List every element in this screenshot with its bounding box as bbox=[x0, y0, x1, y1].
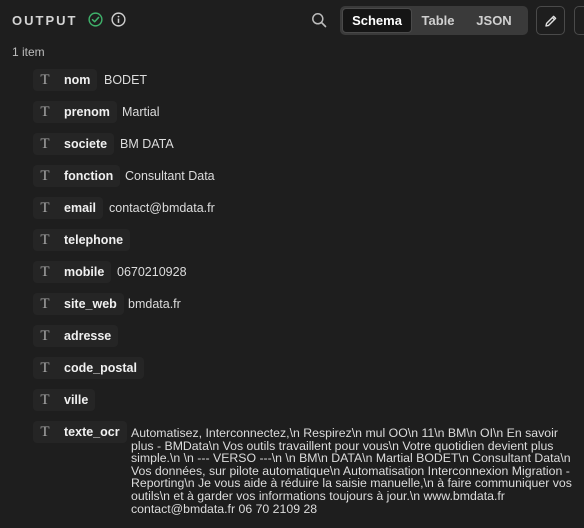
output-header: OUTPUT Schema Table JSON bbox=[0, 0, 584, 40]
view-tabs: Schema Table JSON bbox=[340, 6, 528, 35]
panel-title: OUTPUT bbox=[12, 13, 78, 28]
check-circle-icon bbox=[88, 12, 103, 27]
field-key: nom bbox=[57, 69, 98, 91]
field-value: BODET bbox=[104, 73, 148, 87]
ocr-text-value: Automatisez, Interconnectez,\n Respirez\… bbox=[131, 426, 572, 516]
field-key: fonction bbox=[57, 165, 121, 187]
text-type-icon: T bbox=[33, 197, 57, 219]
more-button[interactable] bbox=[574, 6, 584, 35]
field-key: telephone bbox=[57, 229, 131, 251]
field-key: adresse bbox=[57, 325, 119, 347]
text-type-icon: T bbox=[33, 357, 57, 379]
field-key: societe bbox=[57, 133, 115, 155]
text-type-icon: T bbox=[33, 293, 57, 315]
tab-table[interactable]: Table bbox=[412, 8, 464, 33]
tab-json[interactable]: JSON bbox=[464, 8, 524, 33]
tab-schema[interactable]: Schema bbox=[342, 8, 412, 33]
text-type-icon: T bbox=[33, 389, 57, 411]
field-value: BM DATA bbox=[120, 137, 174, 151]
pencil-icon bbox=[545, 15, 557, 27]
field-key: email bbox=[57, 197, 103, 219]
field-key: prenom bbox=[57, 101, 117, 123]
field-value: contact@bmdata.fr bbox=[109, 201, 215, 215]
text-type-icon: T bbox=[33, 133, 57, 155]
text-type-icon: T bbox=[33, 261, 57, 283]
field-value: bmdata.fr bbox=[128, 297, 181, 311]
field-key: ville bbox=[57, 389, 96, 411]
field-value: Martial bbox=[122, 105, 160, 119]
field-key: texte_ocr bbox=[57, 421, 127, 443]
text-type-icon: T bbox=[33, 101, 57, 123]
field-key: mobile bbox=[57, 261, 112, 283]
text-type-icon: T bbox=[33, 229, 57, 251]
search-icon[interactable] bbox=[311, 12, 327, 28]
field-value: 0670210928 bbox=[117, 265, 187, 279]
edit-button[interactable] bbox=[536, 6, 565, 35]
info-icon[interactable] bbox=[111, 12, 126, 27]
text-type-icon: T bbox=[33, 69, 57, 91]
text-type-icon: T bbox=[33, 421, 57, 443]
text-type-icon: T bbox=[33, 325, 57, 347]
field-key: code_postal bbox=[57, 357, 144, 379]
item-count: 1 item bbox=[12, 45, 45, 59]
text-type-icon: T bbox=[33, 165, 57, 187]
field-key: site_web bbox=[57, 293, 124, 315]
field-value: Consultant Data bbox=[125, 169, 215, 183]
